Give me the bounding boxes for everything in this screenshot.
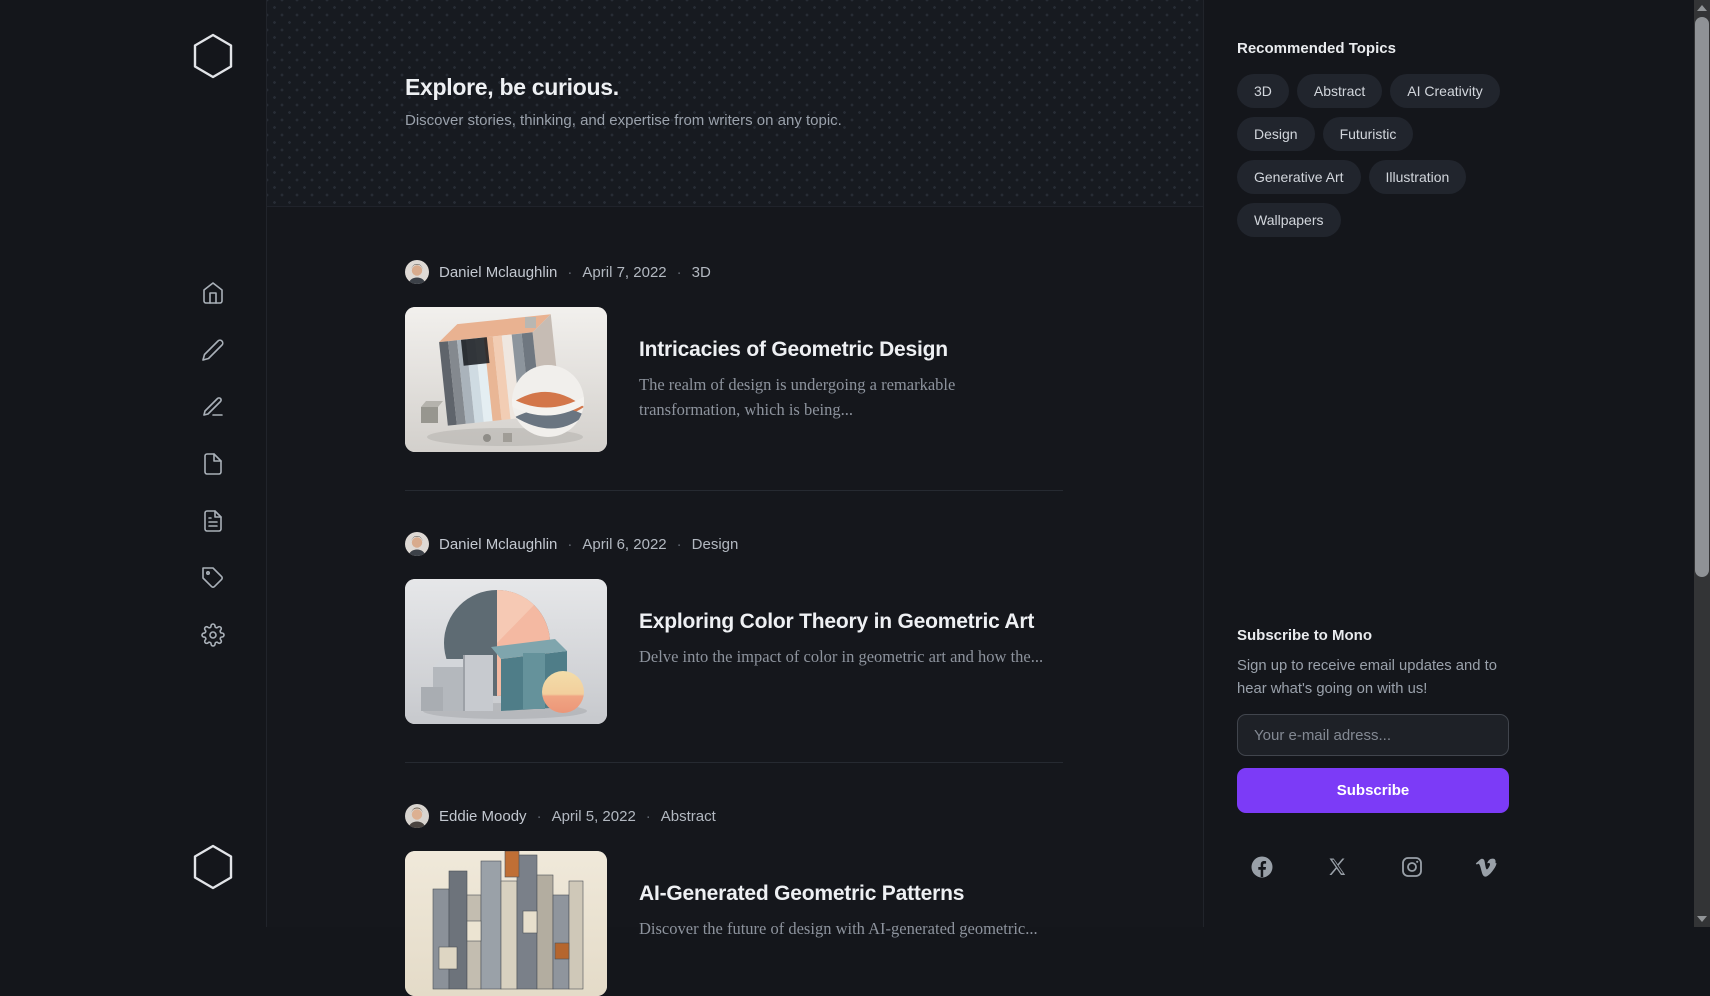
article-meta: Daniel Mclaughlin · April 6, 2022 · Desi… [405,532,1063,556]
topic-tag[interactable]: Futuristic [1323,117,1414,151]
tag-icon [201,566,225,590]
meta-separator: · [567,536,572,553]
nav-settings-button[interactable] [201,623,225,647]
meta-separator: · [677,264,682,281]
subscribe-panel: Subscribe to Mono Sign up to receive ema… [1237,627,1509,813]
recommended-topics: Recommended Topics 3D Abstract AI Creati… [1237,40,1509,237]
article-thumbnail[interactable] [405,579,607,724]
left-sidebar [0,0,267,927]
article-excerpt: The realm of design is undergoing a rema… [639,372,1049,422]
article-category[interactable]: 3D [692,264,711,281]
topic-tag[interactable]: Abstract [1297,74,1382,108]
article-meta: Daniel Mclaughlin · April 7, 2022 · 3D [405,260,1063,284]
author-name[interactable]: Eddie Moody [439,808,527,825]
article-excerpt: Delve into the impact of color in geomet… [639,644,1049,669]
nav-home-button[interactable] [201,281,225,305]
article-category[interactable]: Abstract [661,808,716,825]
meta-separator: · [677,536,682,553]
meta-separator: · [567,264,572,281]
article-title[interactable]: Intricacies of Geometric Design [639,337,1063,363]
subscribe-heading: Subscribe to Mono [1237,627,1509,645]
article-content: AI-Generated Geometric Patterns Discover… [639,851,1063,996]
nav-posts-button[interactable] [201,509,225,533]
vimeo-icon [1475,866,1499,883]
page-title: Explore, be curious. [405,72,1203,102]
article-thumbnail[interactable] [405,307,607,452]
file-text-icon [201,509,225,533]
facebook-icon [1250,866,1274,883]
article-body: AI-Generated Geometric Patterns Discover… [405,851,1063,996]
article-divider [405,490,1063,491]
site-logo[interactable] [190,32,236,80]
article-date: April 5, 2022 [552,808,636,825]
scrollbar-up-button[interactable] [1694,0,1710,16]
author-name[interactable]: Daniel Mclaughlin [439,264,557,281]
instagram-link[interactable] [1400,855,1424,879]
file-icon [201,452,225,476]
topic-tag[interactable]: Wallpapers [1237,203,1341,237]
meta-separator: · [646,808,651,825]
social-links [1250,855,1499,879]
topic-tag[interactable]: Illustration [1369,160,1467,194]
author-avatar[interactable] [405,260,429,284]
main-content: Explore, be curious. Discover stories, t… [267,0,1204,927]
author-name[interactable]: Daniel Mclaughlin [439,536,557,553]
scrollbar-down-button[interactable] [1694,911,1710,927]
article-category[interactable]: Design [692,536,739,553]
article-title[interactable]: Exploring Color Theory in Geometric Art [639,609,1063,635]
article-title[interactable]: AI-Generated Geometric Patterns [639,881,1063,907]
instagram-icon [1400,866,1424,883]
pen-icon [201,338,225,362]
scrollbar-thumb[interactable] [1695,17,1709,577]
hero-banner: Explore, be curious. Discover stories, t… [267,0,1203,207]
nav-tags-button[interactable] [201,566,225,590]
nav-page-button[interactable] [201,452,225,476]
nav-edit-button[interactable] [201,395,225,419]
article-date: April 7, 2022 [582,264,666,281]
pen-line-icon [201,395,225,419]
author-avatar[interactable] [405,532,429,556]
article-body: Exploring Color Theory in Geometric Art … [405,579,1063,724]
article-divider [405,762,1063,763]
footer-logo[interactable] [190,843,236,891]
facebook-link[interactable] [1250,855,1274,879]
article-content: Intricacies of Geometric Design The real… [639,307,1063,452]
topic-tag[interactable]: Design [1237,117,1315,151]
article-meta: Eddie Moody · April 5, 2022 · Abstract [405,804,1063,828]
topics-heading: Recommended Topics [1237,40,1509,58]
arrow-down-icon [1697,916,1707,922]
sidebar-nav [201,281,225,647]
page-subtitle: Discover stories, thinking, and expertis… [405,110,1203,132]
article-feed: Daniel Mclaughlin · April 7, 2022 · 3D [267,207,1063,996]
author-avatar[interactable] [405,804,429,828]
article-thumbnail[interactable] [405,851,607,996]
article-content: Exploring Color Theory in Geometric Art … [639,579,1063,724]
hexagon-icon [190,878,236,895]
browser-scrollbar [1694,0,1710,927]
email-input[interactable] [1237,714,1509,756]
right-sidebar: Recommended Topics 3D Abstract AI Creati… [1204,0,1694,927]
topic-tag-list: 3D Abstract AI Creativity Design Futuris… [1237,74,1509,237]
article-card: Daniel Mclaughlin · April 7, 2022 · 3D [405,260,1063,452]
topic-tag[interactable]: Generative Art [1237,160,1361,194]
article-excerpt: Discover the future of design with AI-ge… [639,916,1049,941]
subscribe-button[interactable]: Subscribe [1237,768,1509,813]
hexagon-icon [190,67,236,84]
topic-tag[interactable]: 3D [1237,74,1289,108]
nav-write-button[interactable] [201,338,225,362]
article-card: Daniel Mclaughlin · April 6, 2022 · Desi… [405,532,1063,724]
subscribe-description: Sign up to receive email updates and to … [1237,655,1509,701]
article-date: April 6, 2022 [582,536,666,553]
arrow-up-icon [1697,5,1707,11]
meta-separator: · [537,808,542,825]
article-body: Intricacies of Geometric Design The real… [405,307,1063,452]
topic-tag[interactable]: AI Creativity [1390,74,1499,108]
home-icon [201,281,225,305]
settings-icon [201,623,225,647]
x-icon [1325,866,1349,883]
vimeo-link[interactable] [1475,855,1499,879]
x-link[interactable] [1325,855,1349,879]
article-card: Eddie Moody · April 5, 2022 · Abstract [405,804,1063,996]
